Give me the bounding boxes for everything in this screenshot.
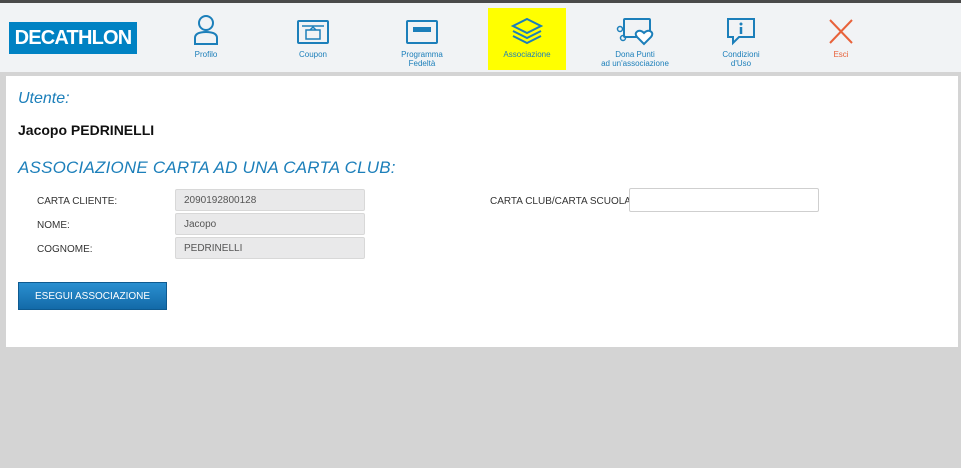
logo-text: DECATHLON xyxy=(14,26,133,49)
nav-terms-label: Condizioni d'Uso xyxy=(722,50,760,68)
execute-association-label: ESEGUI ASSOCIAZIONE xyxy=(34,290,151,302)
nav-profile[interactable]: Profilo xyxy=(176,8,236,70)
nav-exit[interactable]: Esci xyxy=(816,8,866,70)
top-navigation-bar: DECATHLON Profilo Coupon Programma Fedel… xyxy=(0,0,961,72)
nav-exit-label: Esci xyxy=(833,50,849,59)
user-icon xyxy=(192,12,220,46)
card-number-field: 2090192800128 xyxy=(175,189,365,211)
nav-donate-points[interactable]: Dona Punti ad un'associazione xyxy=(592,8,678,70)
info-icon xyxy=(725,12,757,46)
nav-loyalty-program[interactable]: Programma Fedeltà xyxy=(390,8,454,70)
coupon-icon xyxy=(296,12,330,46)
last-name-field: PEDRINELLI xyxy=(175,237,365,259)
club-card-label: CARTA CLUB/CARTA SCUOLA: xyxy=(490,196,634,207)
nav-terms-of-use[interactable]: Condizioni d'Uso xyxy=(712,8,770,70)
close-icon xyxy=(827,12,855,46)
association-section-title: ASSOCIAZIONE CARTA AD UNA CARTA CLUB: xyxy=(18,158,396,177)
donate-heart-icon xyxy=(615,12,655,46)
nav-profile-label: Profilo xyxy=(194,50,218,59)
association-panel: Utente: Jacopo PEDRINELLI ASSOCIAZIONE C… xyxy=(6,76,958,347)
decathlon-logo[interactable]: DECATHLON xyxy=(9,22,137,54)
nav-association[interactable]: Associazione xyxy=(488,8,566,70)
first-name-field: Jacopo xyxy=(175,213,365,235)
user-section-title: Utente: xyxy=(18,90,70,107)
execute-association-button[interactable]: ESEGUI ASSOCIAZIONE xyxy=(18,282,167,310)
card-number-label: CARTA CLIENTE: xyxy=(37,196,118,207)
nav-coupon[interactable]: Coupon xyxy=(282,8,344,70)
user-full-name: Jacopo PEDRINELLI xyxy=(18,122,155,138)
layers-icon xyxy=(510,12,544,46)
first-name-label: NOME: xyxy=(37,220,70,231)
nav-donate-label: Dona Punti ad un'associazione xyxy=(601,50,669,68)
nav-coupon-label: Coupon xyxy=(298,50,328,59)
nav-association-label: Associazione xyxy=(503,50,551,59)
loyalty-card-icon xyxy=(405,12,439,46)
last-name-label: COGNOME: xyxy=(37,244,93,255)
nav-loyalty-label: Programma Fedeltà xyxy=(401,50,443,68)
club-card-input[interactable] xyxy=(629,188,819,212)
